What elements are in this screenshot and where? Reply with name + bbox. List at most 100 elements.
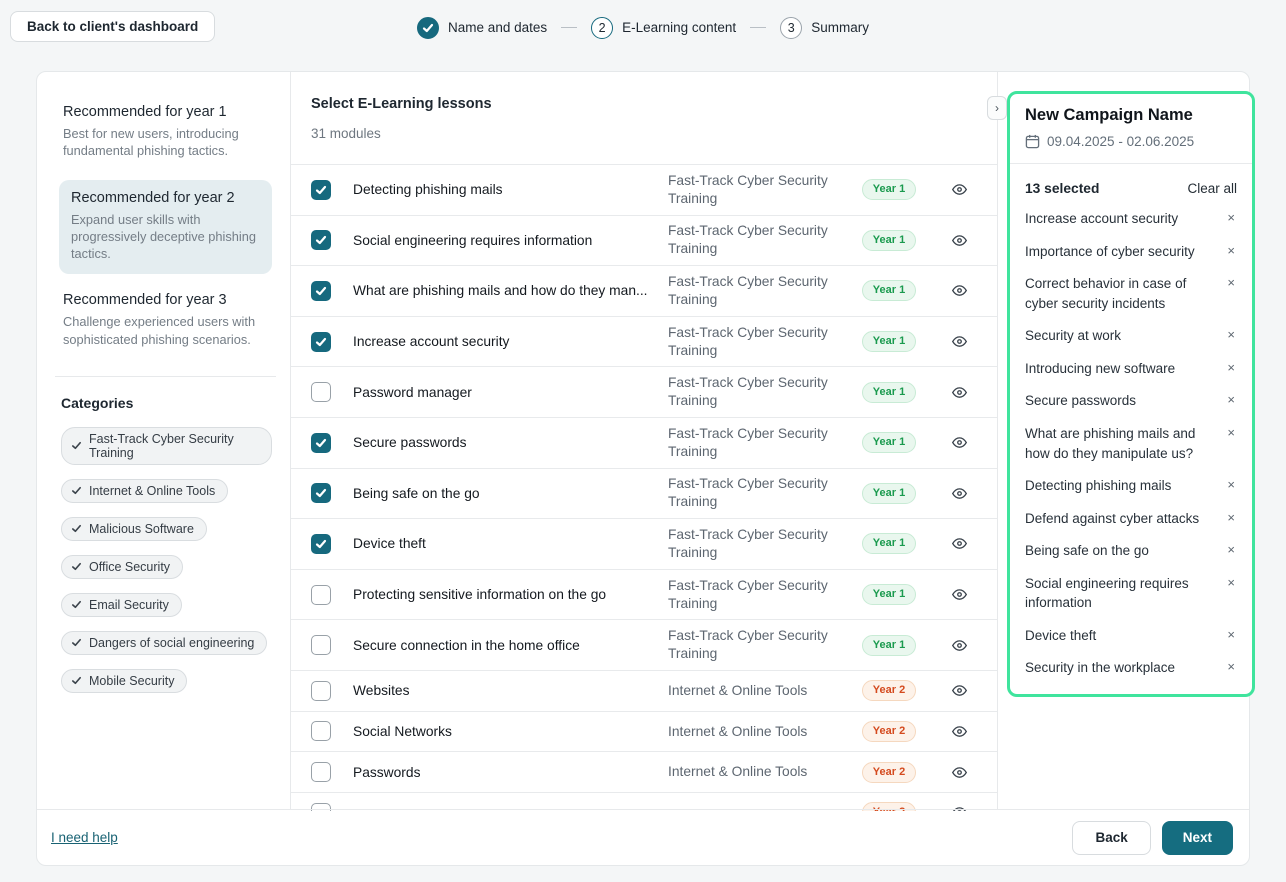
lesson-row: What are phishing mails and how do they … — [291, 265, 997, 316]
year-badge: Year 1 — [862, 382, 916, 403]
year-badge-cell: Year 1 — [843, 584, 935, 605]
lesson-checkbox[interactable] — [311, 585, 331, 605]
sidebar-divider — [55, 376, 276, 377]
category-chip[interactable]: Dangers of social engineering — [61, 631, 267, 655]
step-check-icon — [417, 17, 439, 39]
preview-lesson-button[interactable] — [935, 586, 983, 603]
lesson-name: Being safe on the go — [331, 486, 668, 501]
preview-lesson-button[interactable] — [935, 232, 983, 249]
lesson-checkbox[interactable] — [311, 433, 331, 453]
remove-item-icon[interactable]: × — [1225, 391, 1237, 409]
remove-item-icon[interactable]: × — [1225, 626, 1237, 644]
preview-lesson-button[interactable] — [935, 682, 983, 699]
remove-item-icon[interactable]: × — [1225, 574, 1237, 592]
lesson-row: Device theftFast-Track Cyber Security Tr… — [291, 518, 997, 569]
lesson-category: Fast-Track Cyber Security Training — [668, 273, 843, 309]
category-chip[interactable]: Mobile Security — [61, 669, 187, 693]
lesson-category: Fast-Track Cyber Security Training — [668, 425, 843, 461]
lesson-checkbox[interactable] — [311, 180, 331, 200]
category-chip[interactable]: Malicious Software — [61, 517, 207, 541]
preview-lesson-button[interactable] — [935, 333, 983, 350]
category-chip-label: Malicious Software — [89, 522, 194, 536]
clear-all-button[interactable]: Clear all — [1187, 181, 1237, 196]
main-card: Recommended for year 1Best for new users… — [36, 71, 1250, 866]
step-3[interactable]: 3Summary — [780, 17, 869, 39]
selected-item-label: Secure passwords — [1025, 391, 1211, 411]
preview-lesson-button[interactable] — [935, 723, 983, 740]
year-badge: Year 1 — [862, 584, 916, 605]
category-chip[interactable]: Email Security — [61, 593, 182, 617]
remove-item-icon[interactable]: × — [1225, 209, 1237, 227]
check-icon — [71, 675, 82, 686]
remove-item-icon[interactable]: × — [1225, 242, 1237, 260]
lesson-checkbox[interactable] — [311, 681, 331, 701]
preview-lesson-button[interactable] — [935, 181, 983, 198]
preview-lesson-button[interactable] — [935, 535, 983, 552]
remove-item-icon[interactable]: × — [1225, 326, 1237, 344]
step-2[interactable]: 2 E-Learning content — [591, 17, 736, 39]
preview-lesson-button[interactable] — [935, 485, 983, 502]
recommendation-year-3[interactable]: Recommended for year 3Challenge experien… — [59, 282, 272, 360]
lesson-checkbox[interactable] — [311, 721, 331, 741]
lesson-checkbox[interactable] — [311, 332, 331, 352]
year-badge-cell: Year 2 — [843, 680, 935, 701]
next-button[interactable]: Next — [1162, 821, 1233, 855]
selected-item-label: Security in the workplace — [1025, 658, 1211, 678]
wizard-stepper: Name and dates 2 E-Learning content 3Summar… — [0, 0, 1286, 55]
collapse-summary-button[interactable]: › — [987, 96, 1007, 120]
lesson-row: PasswordsInternet & Online ToolsYear 2 — [291, 751, 997, 792]
year-badge-cell: Year 2 — [843, 762, 935, 783]
lesson-checkbox[interactable] — [311, 382, 331, 402]
campaign-dates: 09.04.2025 - 02.06.2025 — [1025, 134, 1237, 149]
lesson-name: Websites — [331, 683, 668, 698]
lesson-checkbox[interactable] — [311, 762, 331, 782]
preview-lesson-button[interactable] — [935, 637, 983, 654]
recommendation-year-1[interactable]: Recommended for year 1Best for new users… — [59, 94, 272, 172]
selected-item: Defend against cyber attacks × — [1025, 509, 1237, 529]
lesson-name: Device theft — [331, 536, 668, 551]
preview-lesson-button[interactable] — [935, 434, 983, 451]
lesson-checkbox[interactable] — [311, 483, 331, 503]
selected-item-label: Defend against cyber attacks — [1025, 509, 1211, 529]
remove-item-icon[interactable]: × — [1225, 658, 1237, 676]
category-chip[interactable]: Internet & Online Tools — [61, 479, 228, 503]
remove-item-icon[interactable]: × — [1225, 509, 1237, 527]
remove-item-icon[interactable]: × — [1225, 424, 1237, 442]
recommendation-title: Recommended for year 2 — [71, 190, 260, 206]
categories-title: Categories — [61, 395, 272, 411]
check-icon — [71, 485, 82, 496]
lesson-name: Passwords — [331, 765, 668, 780]
selected-item-label: Device theft — [1025, 626, 1211, 646]
remove-item-icon[interactable]: × — [1225, 359, 1237, 377]
lesson-checkbox[interactable] — [311, 534, 331, 554]
lesson-category: Fast-Track Cyber Security Training — [668, 627, 843, 663]
eye-icon — [951, 384, 968, 401]
selected-item-label: Introducing new software — [1025, 359, 1211, 379]
step-connector — [561, 27, 577, 29]
lesson-category: Fast-Track Cyber Security Training — [668, 577, 843, 613]
step-number: 2 — [591, 17, 613, 39]
selected-item-label: Increase account security — [1025, 209, 1211, 229]
recommendation-year-2[interactable]: Recommended for year 2Expand user skills… — [59, 180, 272, 275]
preview-lesson-button[interactable] — [935, 764, 983, 781]
lesson-category: Fast-Track Cyber Security Training — [668, 526, 843, 562]
category-chip[interactable]: Fast-Track Cyber Security Training — [61, 427, 272, 465]
eye-icon — [951, 637, 968, 654]
lesson-checkbox[interactable] — [311, 281, 331, 301]
eye-icon — [951, 282, 968, 299]
preview-lesson-button[interactable] — [935, 384, 983, 401]
lesson-checkbox[interactable] — [311, 635, 331, 655]
category-chip[interactable]: Office Security — [61, 555, 183, 579]
back-button[interactable]: Back — [1072, 821, 1150, 855]
lesson-checkbox[interactable] — [311, 230, 331, 250]
recommendation-title: Recommended for year 1 — [63, 104, 260, 120]
campaign-summary-panel: New Campaign Name 09.04.2025 - 02.06.202… — [1007, 91, 1255, 697]
remove-item-icon[interactable]: × — [1225, 476, 1237, 494]
step-1[interactable]: Name and dates — [417, 17, 547, 39]
eye-icon — [951, 485, 968, 502]
step-label: E-Learning content — [622, 20, 736, 35]
preview-lesson-button[interactable] — [935, 282, 983, 299]
help-link[interactable]: I need help — [51, 830, 118, 845]
remove-item-icon[interactable]: × — [1225, 274, 1237, 292]
remove-item-icon[interactable]: × — [1225, 541, 1237, 559]
